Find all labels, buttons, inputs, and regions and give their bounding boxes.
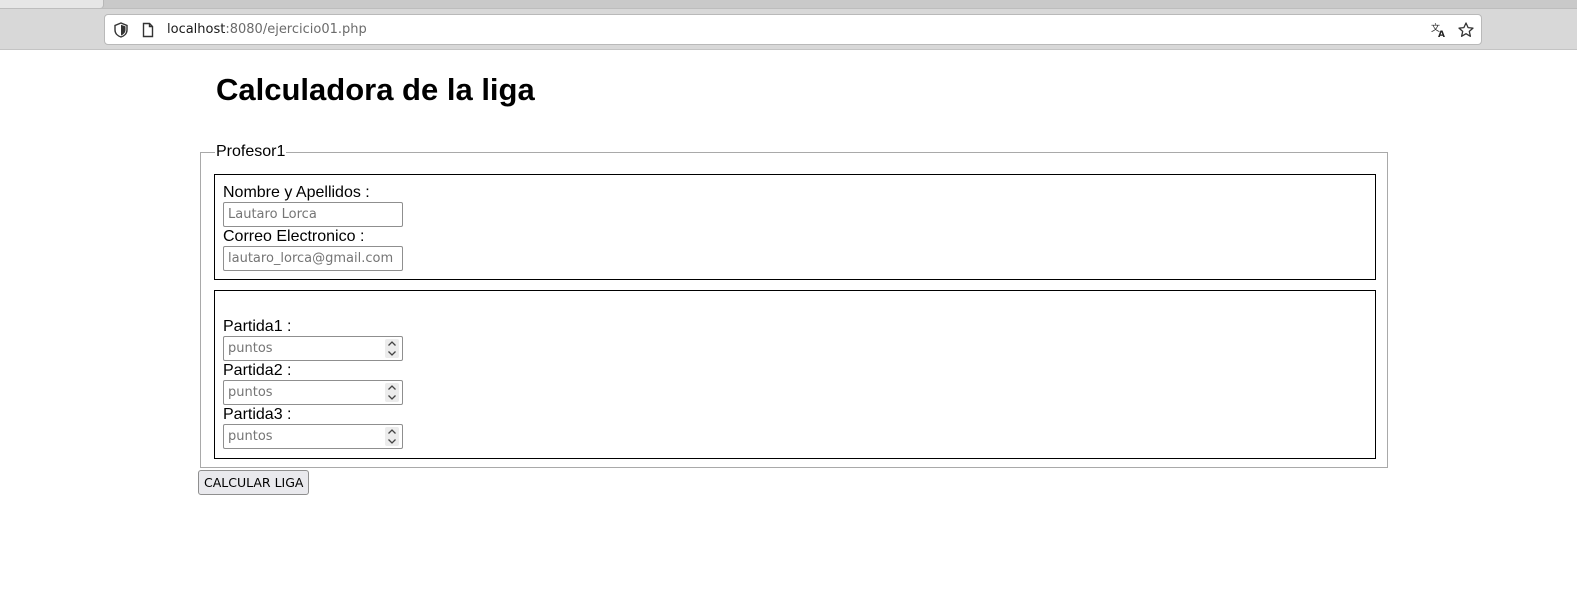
chevron-up-icon[interactable]	[387, 384, 397, 391]
url-text[interactable]: localhost:8080/ejercicio01.php	[167, 22, 367, 37]
browser-tab[interactable]	[0, 0, 104, 9]
url-host: localhost	[167, 22, 226, 37]
calculate-league-button[interactable]: CALCULAR LIGA	[198, 470, 310, 495]
chevron-down-icon[interactable]	[387, 350, 397, 357]
chevron-down-icon[interactable]	[387, 394, 397, 401]
name-label: Nombre y Apellidos :	[223, 184, 370, 201]
game1-input[interactable]	[224, 337, 380, 360]
game2-label: Partida2 :	[223, 362, 292, 379]
bookmark-star-icon[interactable]	[1457, 21, 1475, 39]
email-input[interactable]	[223, 246, 403, 271]
game1-label: Partida1 :	[223, 318, 292, 335]
tab-strip	[0, 0, 1577, 9]
chevron-up-icon[interactable]	[387, 428, 397, 435]
game1-spinner[interactable]	[385, 339, 399, 358]
email-label: Correo Electronico :	[223, 228, 365, 245]
page-content: Calculadora de la liga Profesor1 Nombre …	[0, 51, 1577, 612]
fieldset-legend: Profesor1	[215, 143, 287, 161]
address-bar[interactable]: localhost:8080/ejercicio01.php 文 A	[104, 14, 1482, 45]
url-path: :8080/ejercicio01.php	[225, 22, 367, 37]
game2-field[interactable]	[223, 380, 403, 405]
chevron-up-icon[interactable]	[387, 340, 397, 347]
game3-input[interactable]	[224, 425, 380, 448]
game1-field[interactable]	[223, 336, 403, 361]
page-title: Calculadora de la liga	[216, 72, 535, 107]
name-input[interactable]	[223, 202, 403, 227]
games-section: Partida1 : Partida2 : Partida3 :	[214, 290, 1376, 459]
game2-spinner[interactable]	[385, 383, 399, 402]
game2-input[interactable]	[224, 381, 380, 404]
chevron-down-icon[interactable]	[387, 438, 397, 445]
browser-toolbar: localhost:8080/ejercicio01.php 文 A	[0, 0, 1577, 50]
game3-field[interactable]	[223, 424, 403, 449]
svg-text:A: A	[1438, 30, 1445, 39]
personal-data-section: Nombre y Apellidos : Correo Electronico …	[214, 174, 1376, 280]
profesor-fieldset: Profesor1 Nombre y Apellidos : Correo El…	[200, 143, 1388, 468]
game3-label: Partida3 :	[223, 406, 292, 423]
game3-spinner[interactable]	[385, 427, 399, 446]
page-icon[interactable]	[139, 21, 157, 39]
shield-icon[interactable]	[112, 21, 130, 39]
translate-icon[interactable]: 文 A	[1430, 21, 1448, 39]
